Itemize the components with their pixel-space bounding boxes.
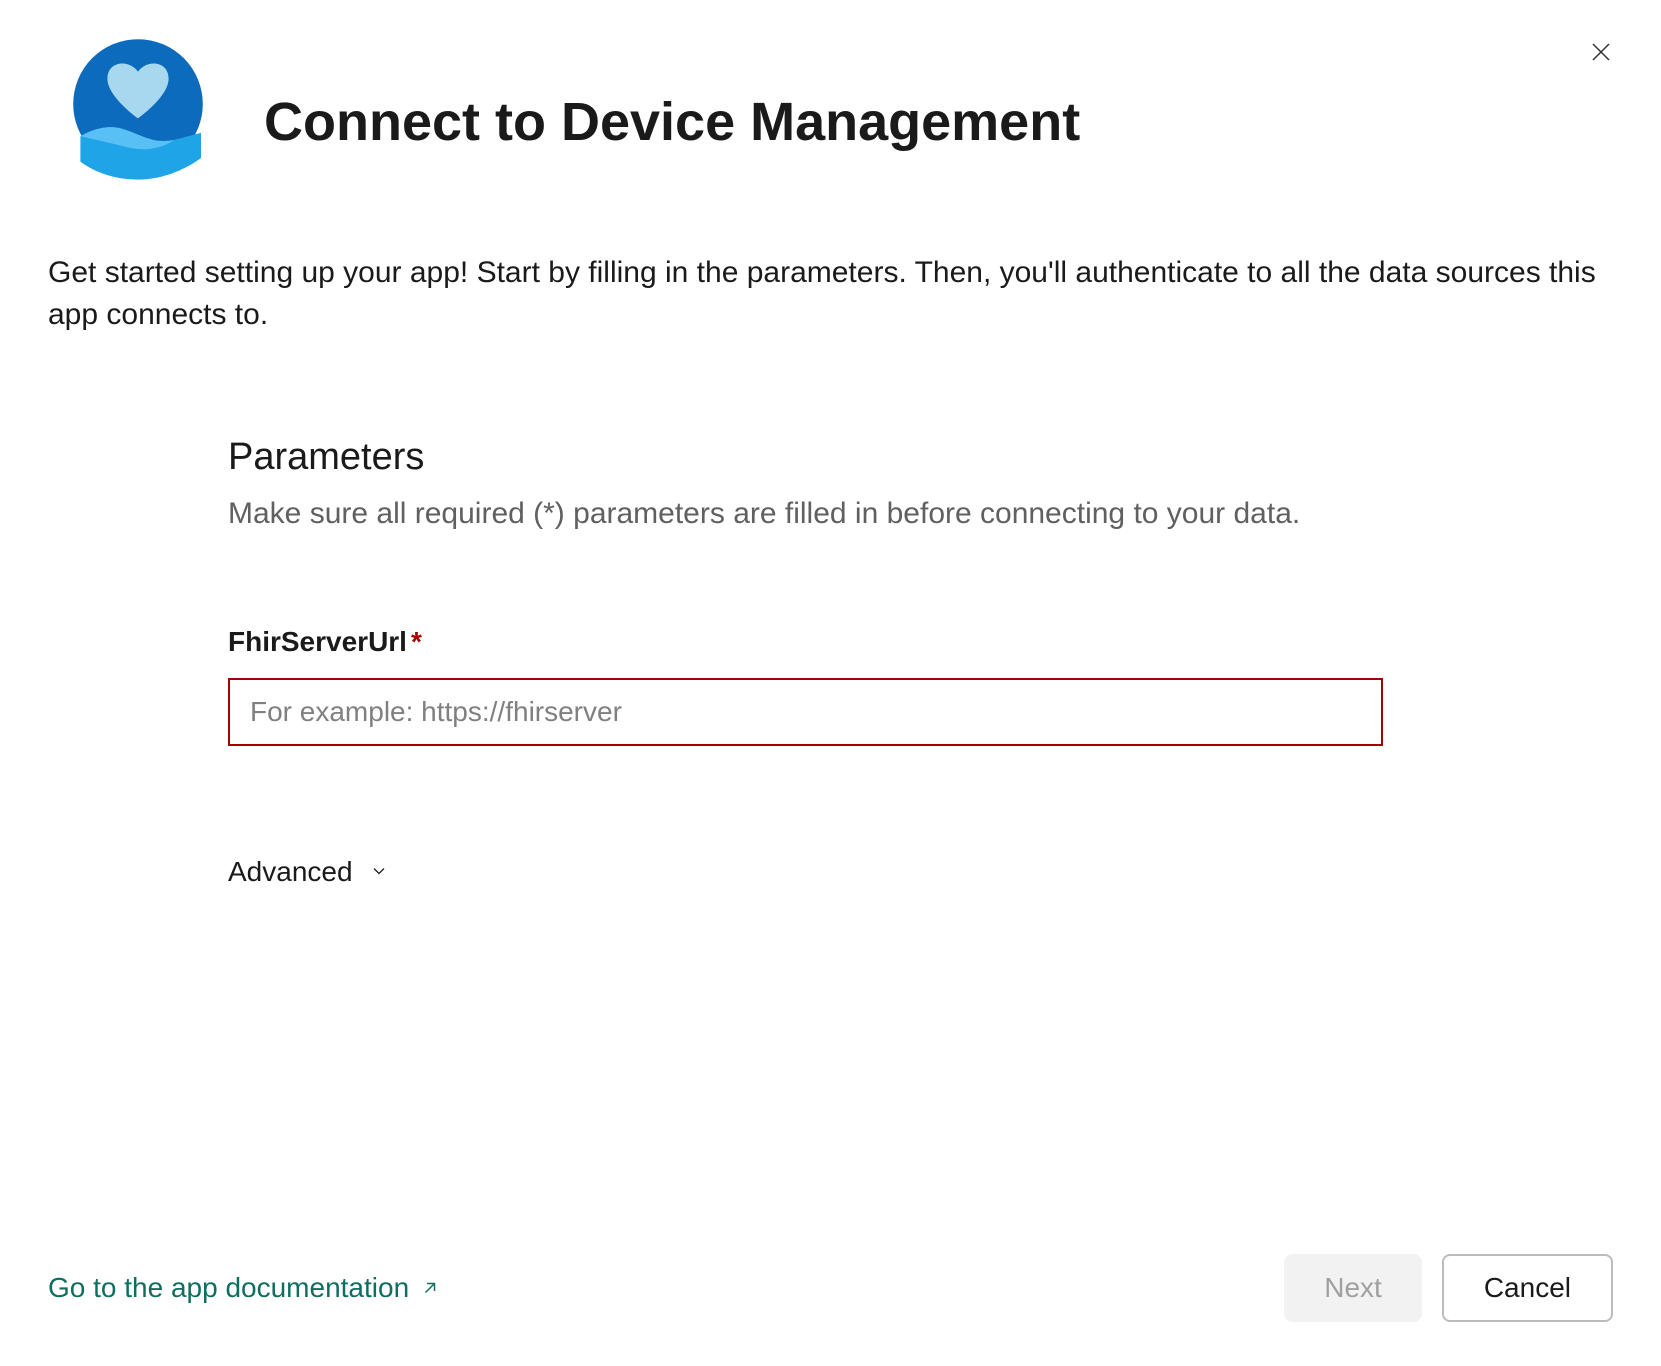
advanced-toggle[interactable]: Advanced [228,856,389,888]
close-icon [1589,52,1613,67]
intro-text: Get started setting up your app! Start b… [48,252,1613,336]
external-link-icon [421,1272,439,1304]
next-button[interactable]: Next [1284,1254,1422,1322]
required-star: * [411,626,422,657]
fhir-server-url-input[interactable] [228,678,1383,746]
field-label-text: FhirServerUrl [228,626,407,657]
page-title: Connect to Device Management [264,90,1080,155]
parameters-title: Parameters [228,436,1428,479]
cancel-button[interactable]: Cancel [1442,1254,1613,1322]
button-row: Next Cancel [1284,1254,1613,1322]
parameters-section: Parameters Make sure all required (*) pa… [228,436,1428,888]
app-icon [48,32,228,212]
parameters-subtitle: Make sure all required (*) parameters ar… [228,491,1428,536]
fhir-server-url-label: FhirServerUrl* [228,626,1428,658]
advanced-label: Advanced [228,856,353,888]
header: Connect to Device Management [48,32,1613,212]
close-button[interactable] [1585,36,1617,71]
chevron-down-icon [369,856,389,888]
footer: Go to the app documentation Next Cancel [48,1254,1613,1322]
documentation-link[interactable]: Go to the app documentation [48,1272,439,1304]
doc-link-label: Go to the app documentation [48,1272,409,1304]
